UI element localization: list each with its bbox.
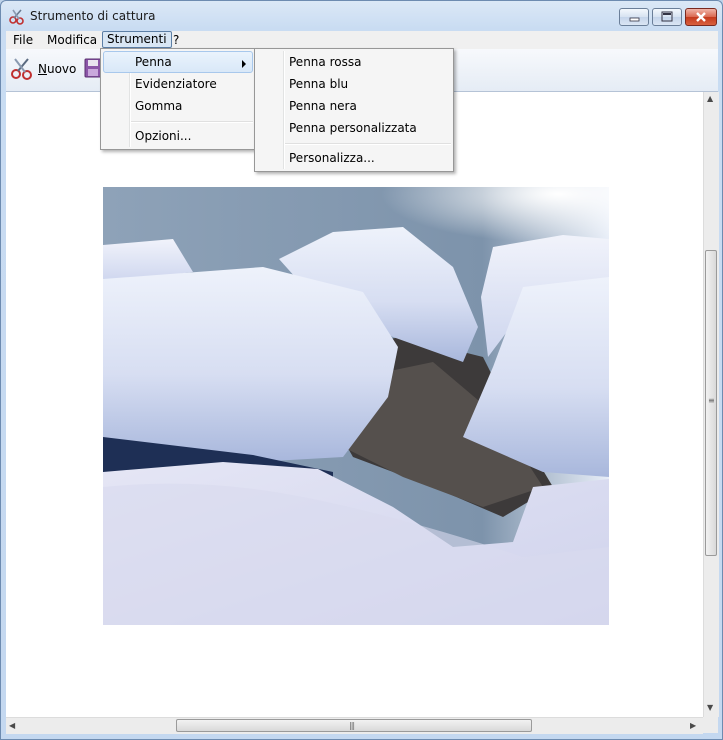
menu-item-label: Evidenziatore: [135, 77, 217, 91]
menu-item-label: Personalizza...: [289, 151, 375, 165]
menu-item-opzioni[interactable]: Opzioni...: [103, 125, 253, 147]
ice-photo: [103, 187, 609, 625]
strumenti-menu: Penna Evidenziatore Gomma Opzioni...: [100, 48, 256, 150]
scroll-left-icon[interactable]: ◀: [9, 722, 15, 730]
menu-item-penna-blu[interactable]: Penna blu: [257, 73, 451, 95]
maximize-icon: [661, 11, 673, 22]
menu-separator: [131, 121, 253, 123]
maximize-button[interactable]: [652, 8, 682, 26]
scroll-up-icon[interactable]: ▲: [707, 95, 713, 103]
menu-item-gomma[interactable]: Gomma: [103, 95, 253, 117]
snip-canvas[interactable]: [6, 92, 703, 717]
menu-item-label: Opzioni...: [135, 129, 192, 143]
menu-strumenti[interactable]: Strumenti: [102, 31, 172, 48]
menu-item-label: Penna: [135, 55, 172, 69]
window-title: Strumento di cattura: [30, 9, 156, 23]
menu-file[interactable]: File: [9, 32, 37, 48]
menu-item-label: Penna nera: [289, 99, 357, 113]
close-button[interactable]: [685, 8, 717, 26]
menu-item-label: Penna personalizzata: [289, 121, 417, 135]
scroll-down-icon[interactable]: ▼: [707, 704, 713, 712]
vertical-scroll-thumb[interactable]: ≡: [705, 250, 717, 556]
menu-item-penna-rossa[interactable]: Penna rossa: [257, 51, 451, 73]
menu-item-label: Gomma: [135, 99, 183, 113]
scroll-right-icon[interactable]: ▶: [690, 722, 696, 730]
menu-item-penna-nera[interactable]: Penna nera: [257, 95, 451, 117]
menu-help[interactable]: ?: [169, 32, 183, 48]
menu-item-personalizza[interactable]: Personalizza...: [257, 147, 451, 169]
menu-item-penna-personalizzata[interactable]: Penna personalizzata: [257, 117, 451, 139]
minimize-button[interactable]: [619, 8, 649, 26]
menu-item-label: Penna blu: [289, 77, 349, 91]
scrollbar-corner: [703, 717, 718, 733]
new-snip-button[interactable]: Nuovo: [10, 55, 76, 83]
scissors-icon: [11, 58, 32, 80]
title-bar[interactable]: Strumento di cattura: [1, 1, 722, 31]
close-icon: [696, 12, 706, 22]
menu-separator: [285, 143, 451, 145]
vertical-scrollbar[interactable]: ▲ ≡ ▼: [703, 92, 719, 717]
scissors-icon: [9, 9, 24, 25]
menu-item-penna[interactable]: Penna: [103, 51, 253, 73]
horizontal-scrollbar[interactable]: ◀ ||| ▶: [6, 717, 703, 734]
minimize-icon: [629, 17, 640, 22]
menu-item-label: Penna rossa: [289, 55, 362, 69]
penna-submenu: Penna rossa Penna blu Penna nera Penna p…: [254, 48, 454, 172]
new-snip-label: Nuovo: [38, 62, 77, 76]
menu-bar: File Modifica Strumenti ?: [6, 31, 718, 49]
menu-item-evidenziatore[interactable]: Evidenziatore: [103, 73, 253, 95]
menu-modifica[interactable]: Modifica: [43, 32, 101, 48]
submenu-arrow-icon: [242, 60, 246, 68]
grip-icon: |||: [349, 721, 355, 730]
horizontal-scroll-thumb[interactable]: |||: [176, 719, 532, 732]
grip-icon: ≡: [708, 396, 715, 405]
